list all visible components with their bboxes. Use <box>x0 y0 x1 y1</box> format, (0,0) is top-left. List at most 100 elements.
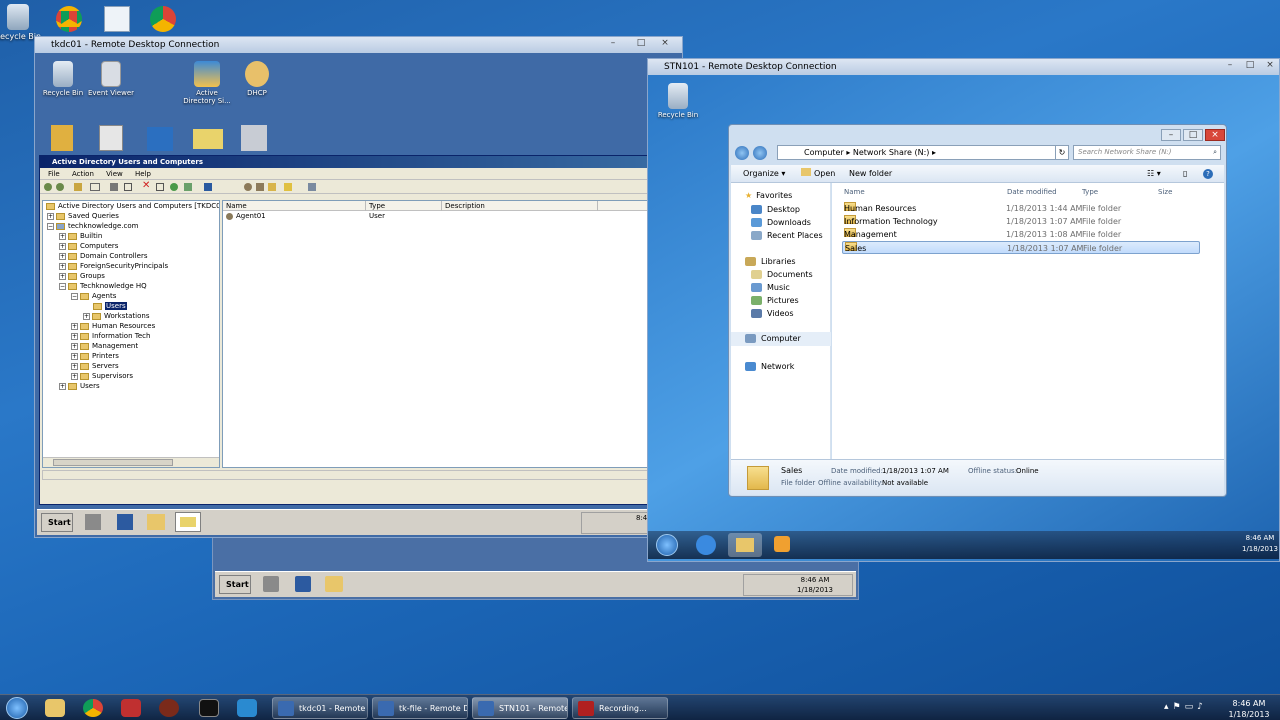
nav-documents[interactable]: Documents <box>751 270 813 279</box>
pinned-cmd[interactable] <box>192 697 226 719</box>
hscroll-thumb[interactable] <box>53 459 173 466</box>
pinned-chrome[interactable] <box>76 697 110 719</box>
nav-pictures[interactable]: Pictures <box>751 296 799 305</box>
host-clock[interactable]: 8:46 AM 1/18/2013 <box>1224 698 1274 720</box>
copy-icon[interactable] <box>124 183 132 191</box>
expand-icon[interactable]: + <box>59 272 66 280</box>
expand-icon[interactable]: + <box>71 352 78 360</box>
ie-icon[interactable] <box>696 535 716 555</box>
explorer-icon[interactable] <box>147 514 165 530</box>
media-player-icon[interactable] <box>774 536 790 552</box>
col-size[interactable]: Size <box>1158 185 1172 199</box>
nav-libraries[interactable]: Libraries <box>745 257 796 266</box>
rdp2-start-button[interactable]: Start <box>219 575 251 594</box>
collapse-icon[interactable]: − <box>59 282 66 290</box>
expand-icon[interactable]: + <box>71 322 78 330</box>
expand-icon[interactable]: + <box>83 312 90 320</box>
tree-item-users[interactable]: + Users <box>43 381 219 391</box>
restore-button[interactable]: □ <box>1240 60 1260 72</box>
collapse-icon[interactable]: − <box>47 222 54 230</box>
expand-icon[interactable]: + <box>71 372 78 380</box>
tree-item-domain[interactable]: − techknowledge.com <box>43 221 219 231</box>
col-name[interactable]: Name <box>844 185 865 199</box>
breadcrumb-network-share[interactable]: Network Share (N:) <box>853 148 930 157</box>
server-manager-icon[interactable] <box>263 576 279 592</box>
menu-view[interactable]: View <box>106 170 123 178</box>
new-folder-button[interactable]: New folder <box>849 165 892 183</box>
tree-item-servers[interactable]: + Servers <box>43 361 219 371</box>
col-name[interactable]: Name <box>226 201 247 211</box>
new-group-icon[interactable] <box>256 183 264 191</box>
filter-icon[interactable] <box>284 183 292 191</box>
col-description[interactable]: Description <box>445 201 485 211</box>
minimize-button[interactable]: – <box>603 38 623 50</box>
explorer-minimize[interactable]: – <box>1161 129 1181 141</box>
ad-sites-icon-item[interactable]: Active Directory Si... <box>179 61 235 105</box>
forward-button[interactable] <box>753 146 767 160</box>
menu-help[interactable]: Help <box>135 170 151 178</box>
properties-icon[interactable] <box>156 183 164 191</box>
col-type[interactable]: Type <box>369 201 385 211</box>
expand-icon[interactable]: + <box>71 342 78 350</box>
add-to-group-icon[interactable] <box>308 183 316 191</box>
forward-icon[interactable] <box>56 183 64 191</box>
taskbar-item-tkfile[interactable]: tk-file - Remote D... <box>372 697 468 719</box>
open-button[interactable]: Open <box>801 165 835 183</box>
powershell-icon[interactable] <box>117 514 133 530</box>
taskbar-item-stn101[interactable]: STN101 - Remote ... <box>472 697 568 719</box>
tree-item-computers[interactable]: + Computers <box>43 241 219 251</box>
tree-item-domain-controllers[interactable]: + Domain Controllers <box>43 251 219 261</box>
tree-item-groups[interactable]: + Groups <box>43 271 219 281</box>
explorer-maximize[interactable]: □ <box>1183 129 1203 141</box>
tree-item-supervisors[interactable]: + Supervisors <box>43 371 219 381</box>
aduc-task-icon[interactable] <box>175 512 201 532</box>
tree-item-saved-queries[interactable]: + Saved Queries <box>43 211 219 221</box>
list-row[interactable]: Agent01 User <box>223 211 681 221</box>
tree-hscrollbar[interactable] <box>43 457 219 467</box>
taskbar-item-recording[interactable]: Recording... <box>572 697 668 719</box>
up-icon[interactable] <box>74 183 82 191</box>
show-tree-icon[interactable] <box>90 183 100 191</box>
rdp1-start-button[interactable]: Start <box>41 513 73 532</box>
dhcp-icon-item[interactable]: DHCP <box>231 61 283 97</box>
nav-recent-places[interactable]: Recent Places <box>751 231 823 240</box>
new-ou-icon[interactable] <box>268 183 276 191</box>
back-button[interactable] <box>735 146 749 160</box>
organize-button[interactable]: Organize ▾ <box>743 165 785 183</box>
export-icon[interactable] <box>184 183 192 191</box>
pinned-app-3[interactable] <box>230 697 264 719</box>
search-input[interactable]: Search Network Share (N:) ⌕ <box>1073 145 1221 160</box>
expand-icon[interactable]: + <box>71 332 78 340</box>
event-viewer-icon-item[interactable]: Event Viewer <box>85 61 137 97</box>
tree-item-builtin[interactable]: + Builtin <box>43 231 219 241</box>
chrome-desktop-icon[interactable] <box>56 6 82 32</box>
collapse-icon[interactable]: − <box>71 292 78 300</box>
explorer-close[interactable]: × <box>1205 129 1225 141</box>
tree-item-techknowledge-hq[interactable]: − Techknowledge HQ <box>43 281 219 291</box>
remote-recycle-bin[interactable]: Recycle Bin <box>652 83 704 119</box>
delete-icon[interactable]: ✕ <box>142 181 150 191</box>
start-orb[interactable] <box>6 697 28 719</box>
expand-icon[interactable]: + <box>59 382 66 390</box>
nav-downloads[interactable]: Downloads <box>751 218 811 227</box>
powershell-icon[interactable] <box>295 576 311 592</box>
breadcrumb-computer[interactable]: Computer <box>804 148 844 157</box>
server-manager-icon[interactable] <box>85 514 101 530</box>
expand-icon[interactable]: + <box>71 362 78 370</box>
folder-icon[interactable] <box>325 576 343 592</box>
nav-network[interactable]: Network <box>745 362 794 371</box>
pinned-app-2[interactable] <box>152 697 186 719</box>
tree-item-agents[interactable]: − Agents <box>43 291 219 301</box>
pinned-app[interactable] <box>114 697 148 719</box>
help-icon[interactable]: ? <box>1203 169 1213 179</box>
remote-recycle-bin[interactable]: Recycle Bin <box>37 61 89 97</box>
file-row-selected[interactable]: Sales 1/18/2013 1:07 AM File folder <box>842 241 1200 254</box>
taskbar-item-tkdc01[interactable]: tkdc01 - Remote ... <box>272 697 368 719</box>
new-user-icon[interactable] <box>244 183 252 191</box>
tree-item-management[interactable]: + Management <box>43 341 219 351</box>
nav-desktop[interactable]: Desktop <box>751 205 800 214</box>
back-icon[interactable] <box>44 183 52 191</box>
pinned-explorer[interactable] <box>38 697 72 719</box>
col-type[interactable]: Type <box>1082 185 1098 199</box>
tool-icon-4[interactable] <box>193 129 223 149</box>
